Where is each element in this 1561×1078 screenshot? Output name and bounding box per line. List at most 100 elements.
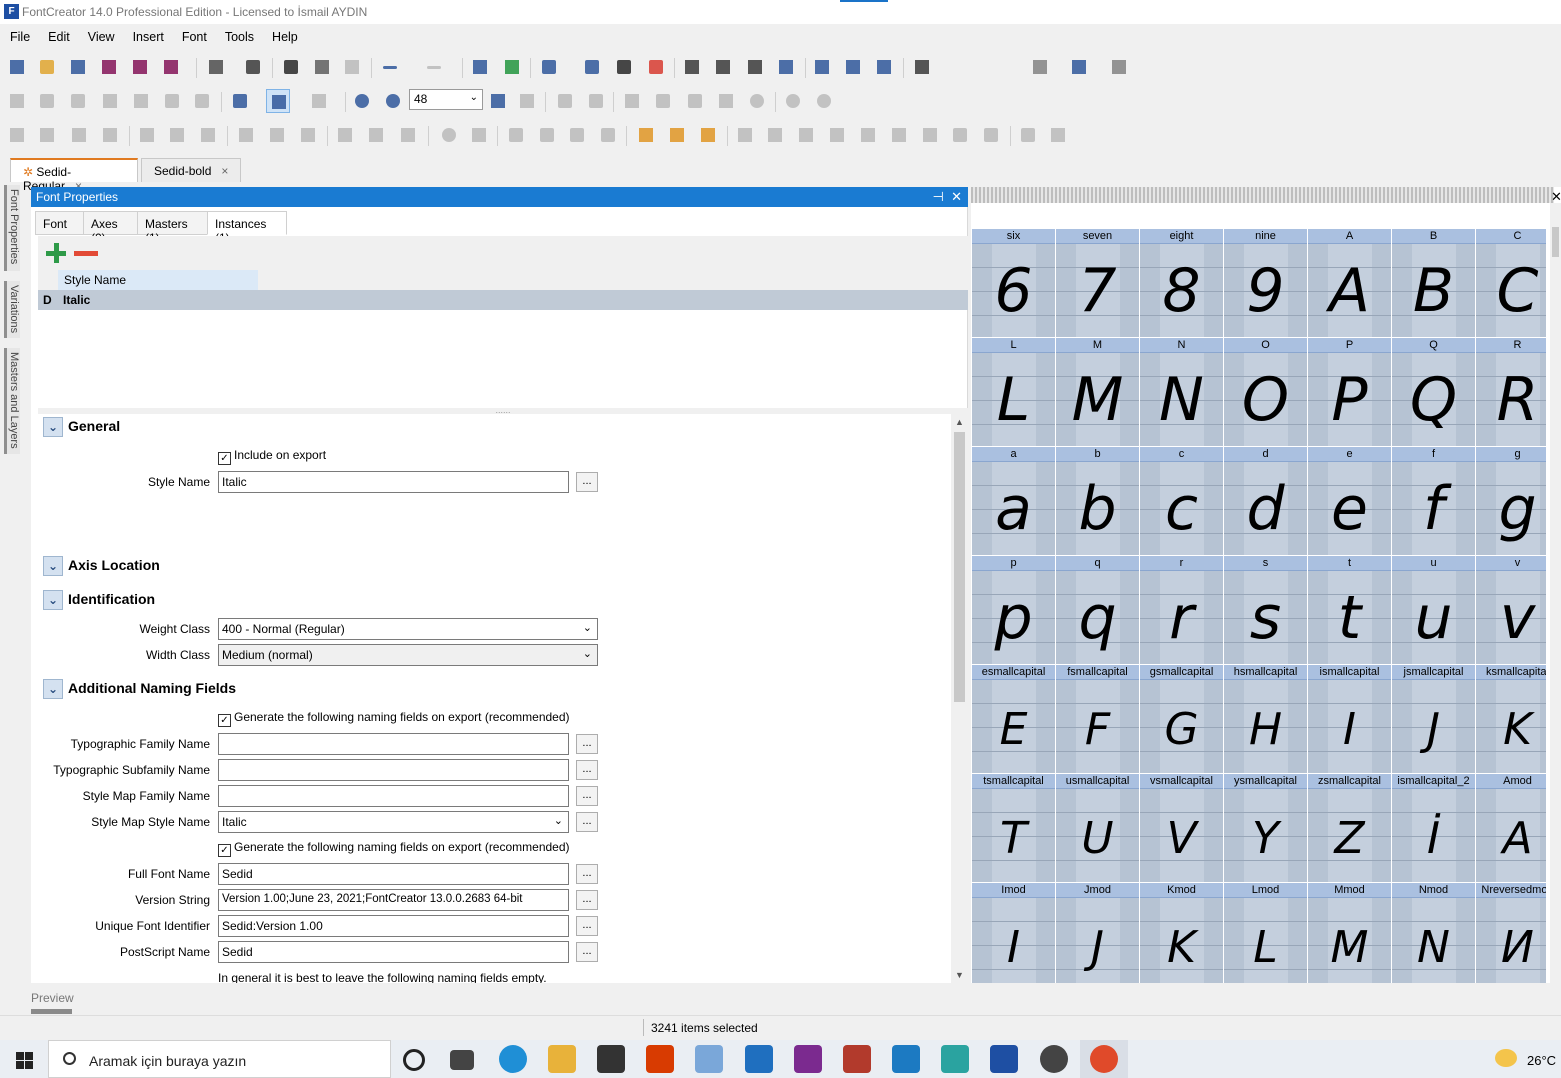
style-map-family-browse-button[interactable]: ... [576, 786, 598, 806]
align-right-icon[interactable] [196, 123, 220, 147]
insert-glyph-icon[interactable] [500, 55, 524, 79]
table-2-icon[interactable] [763, 123, 787, 147]
align-middle-icon[interactable] [265, 123, 289, 147]
side-tab-masters-layers[interactable]: Masters and Layers [4, 348, 20, 454]
back-icon[interactable] [781, 89, 805, 113]
typographic-subfamily-browse-button[interactable]: ... [576, 760, 598, 780]
align-left-icon[interactable] [135, 123, 159, 147]
glyph-cell[interactable]: RR [1476, 338, 1546, 447]
transform-icon[interactable] [711, 55, 735, 79]
glyph-properties-icon[interactable] [680, 55, 704, 79]
glyph-cell[interactable]: PP [1308, 338, 1392, 447]
glyph-cell[interactable]: uu [1392, 556, 1476, 665]
cortana-icon[interactable] [403, 1049, 425, 1071]
style-map-style-select[interactable]: Italic ⌄ [218, 811, 569, 833]
glyph-cell[interactable]: MM [1056, 338, 1140, 447]
copy-icon[interactable] [310, 55, 334, 79]
column-header-style-name[interactable]: Style Name [58, 270, 258, 290]
glyph-cell[interactable]: usmallcapital U [1056, 774, 1140, 883]
mirror-up-icon[interactable] [535, 123, 559, 147]
glyph-cell[interactable]: seven 7 [1056, 229, 1140, 338]
typographic-family-input[interactable] [218, 733, 569, 755]
collapse-icon[interactable]: ⌄ [43, 556, 63, 576]
glyph-cell[interactable]: OO [1224, 338, 1308, 447]
glyph-cell[interactable]: hsmallcapital H [1224, 665, 1308, 774]
tab-instances[interactable]: Instances (1) [207, 211, 287, 245]
glyph-ref-icon[interactable] [396, 123, 420, 147]
style-map-family-input[interactable] [218, 785, 569, 807]
formula-icon[interactable] [612, 55, 636, 79]
style-name-browse-button[interactable]: ... [576, 472, 598, 492]
glyph-cell[interactable]: qq [1056, 556, 1140, 665]
tab-axes[interactable]: Axes (0) [83, 211, 139, 245]
glyph-cell[interactable]: ksmallcapital K [1476, 665, 1546, 774]
tab-masters[interactable]: Masters (1) [137, 211, 208, 245]
glyph-cell[interactable]: gsmallcapital G [1140, 665, 1224, 774]
paint-app-icon[interactable] [1090, 1045, 1118, 1073]
eraser-icon[interactable] [644, 55, 668, 79]
glyph-cell[interactable]: ismallcapital_2 İ [1392, 774, 1476, 883]
mail-icon[interactable] [745, 1045, 773, 1073]
order-front-icon[interactable] [67, 123, 91, 147]
union-icon[interactable] [634, 123, 658, 147]
version-string-browse-button[interactable]: ... [576, 890, 598, 910]
insert-char-icon[interactable] [468, 55, 492, 79]
glyph-cell[interactable]: tt [1308, 556, 1392, 665]
rotate-icon[interactable] [437, 123, 461, 147]
save-icon[interactable] [97, 55, 121, 79]
align-center-icon[interactable] [165, 123, 189, 147]
measure-icon[interactable] [129, 89, 153, 113]
glyph-cell[interactable]: eight 8 [1140, 229, 1224, 338]
network-app-icon[interactable] [695, 1045, 723, 1073]
close-icon[interactable]: ✕ [951, 189, 962, 204]
redo-icon[interactable] [422, 55, 446, 79]
text-icon[interactable] [98, 89, 122, 113]
pencil-icon[interactable] [683, 89, 707, 113]
new-font-icon[interactable] [5, 55, 29, 79]
glyph-cell[interactable]: pp [972, 556, 1056, 665]
include-on-export-checkbox[interactable]: ✓ Include on export [218, 448, 326, 465]
menu-view[interactable]: View [78, 27, 123, 44]
select-icon[interactable] [5, 89, 29, 113]
open-font-icon[interactable] [66, 55, 90, 79]
glyph-cell[interactable]: Imod I [972, 883, 1056, 983]
find-icon[interactable] [241, 55, 265, 79]
image-icon[interactable] [620, 89, 644, 113]
distribute-v-icon[interactable] [364, 123, 388, 147]
generate-naming-2-checkbox[interactable]: ✓ Generate the following naming fields on… [218, 840, 570, 857]
knife-icon[interactable] [651, 89, 675, 113]
print-icon[interactable] [204, 55, 228, 79]
save-as-icon[interactable] [128, 55, 152, 79]
glyph-cell[interactable]: gg [1476, 447, 1546, 556]
remove-instance-icon[interactable] [74, 251, 98, 256]
affinity-publisher-icon[interactable] [843, 1045, 871, 1073]
collapse-icon[interactable]: ⌄ [43, 679, 63, 699]
flip-icon[interactable] [467, 123, 491, 147]
hint-table-icon[interactable] [1046, 123, 1070, 147]
side-tab-font-properties[interactable]: Font Properties [4, 185, 20, 271]
full-font-name-browse-button[interactable]: ... [576, 864, 598, 884]
glyph-cell[interactable]: CC [1476, 229, 1546, 338]
glyph-cell[interactable]: jsmallcapital J [1392, 665, 1476, 774]
glyph-cell[interactable]: vv [1476, 556, 1546, 665]
glyph-cell[interactable]: aa [972, 447, 1056, 556]
glyph-cell[interactable]: QQ [1392, 338, 1476, 447]
glyph-cell[interactable]: ee [1308, 447, 1392, 556]
postscript-name-input[interactable]: Sedid [218, 941, 569, 963]
collapse-icon[interactable]: ⌄ [43, 590, 63, 610]
zoom-in-icon[interactable] [350, 89, 374, 113]
scroll-thumb[interactable] [954, 432, 965, 702]
preview-icon[interactable] [910, 55, 934, 79]
unique-font-id-input[interactable]: Sedid:Version 1.00 [218, 915, 569, 937]
glyph-cell[interactable]: ismallcapital I [1308, 665, 1392, 774]
menu-file[interactable]: File [0, 27, 38, 44]
start-button[interactable] [0, 1040, 48, 1078]
scroll-thumb[interactable] [1552, 227, 1559, 257]
width-class-select[interactable]: Medium (normal) ⌄ [218, 644, 598, 666]
abc-test-icon[interactable] [810, 55, 834, 79]
menu-tools[interactable]: Tools [215, 27, 262, 44]
lock-table-icon[interactable] [856, 123, 880, 147]
task-view-icon[interactable] [450, 1050, 474, 1070]
checkbox-check[interactable]: ✓ [218, 714, 231, 727]
glyph-cell[interactable]: zsmallcapital Z [1308, 774, 1392, 883]
